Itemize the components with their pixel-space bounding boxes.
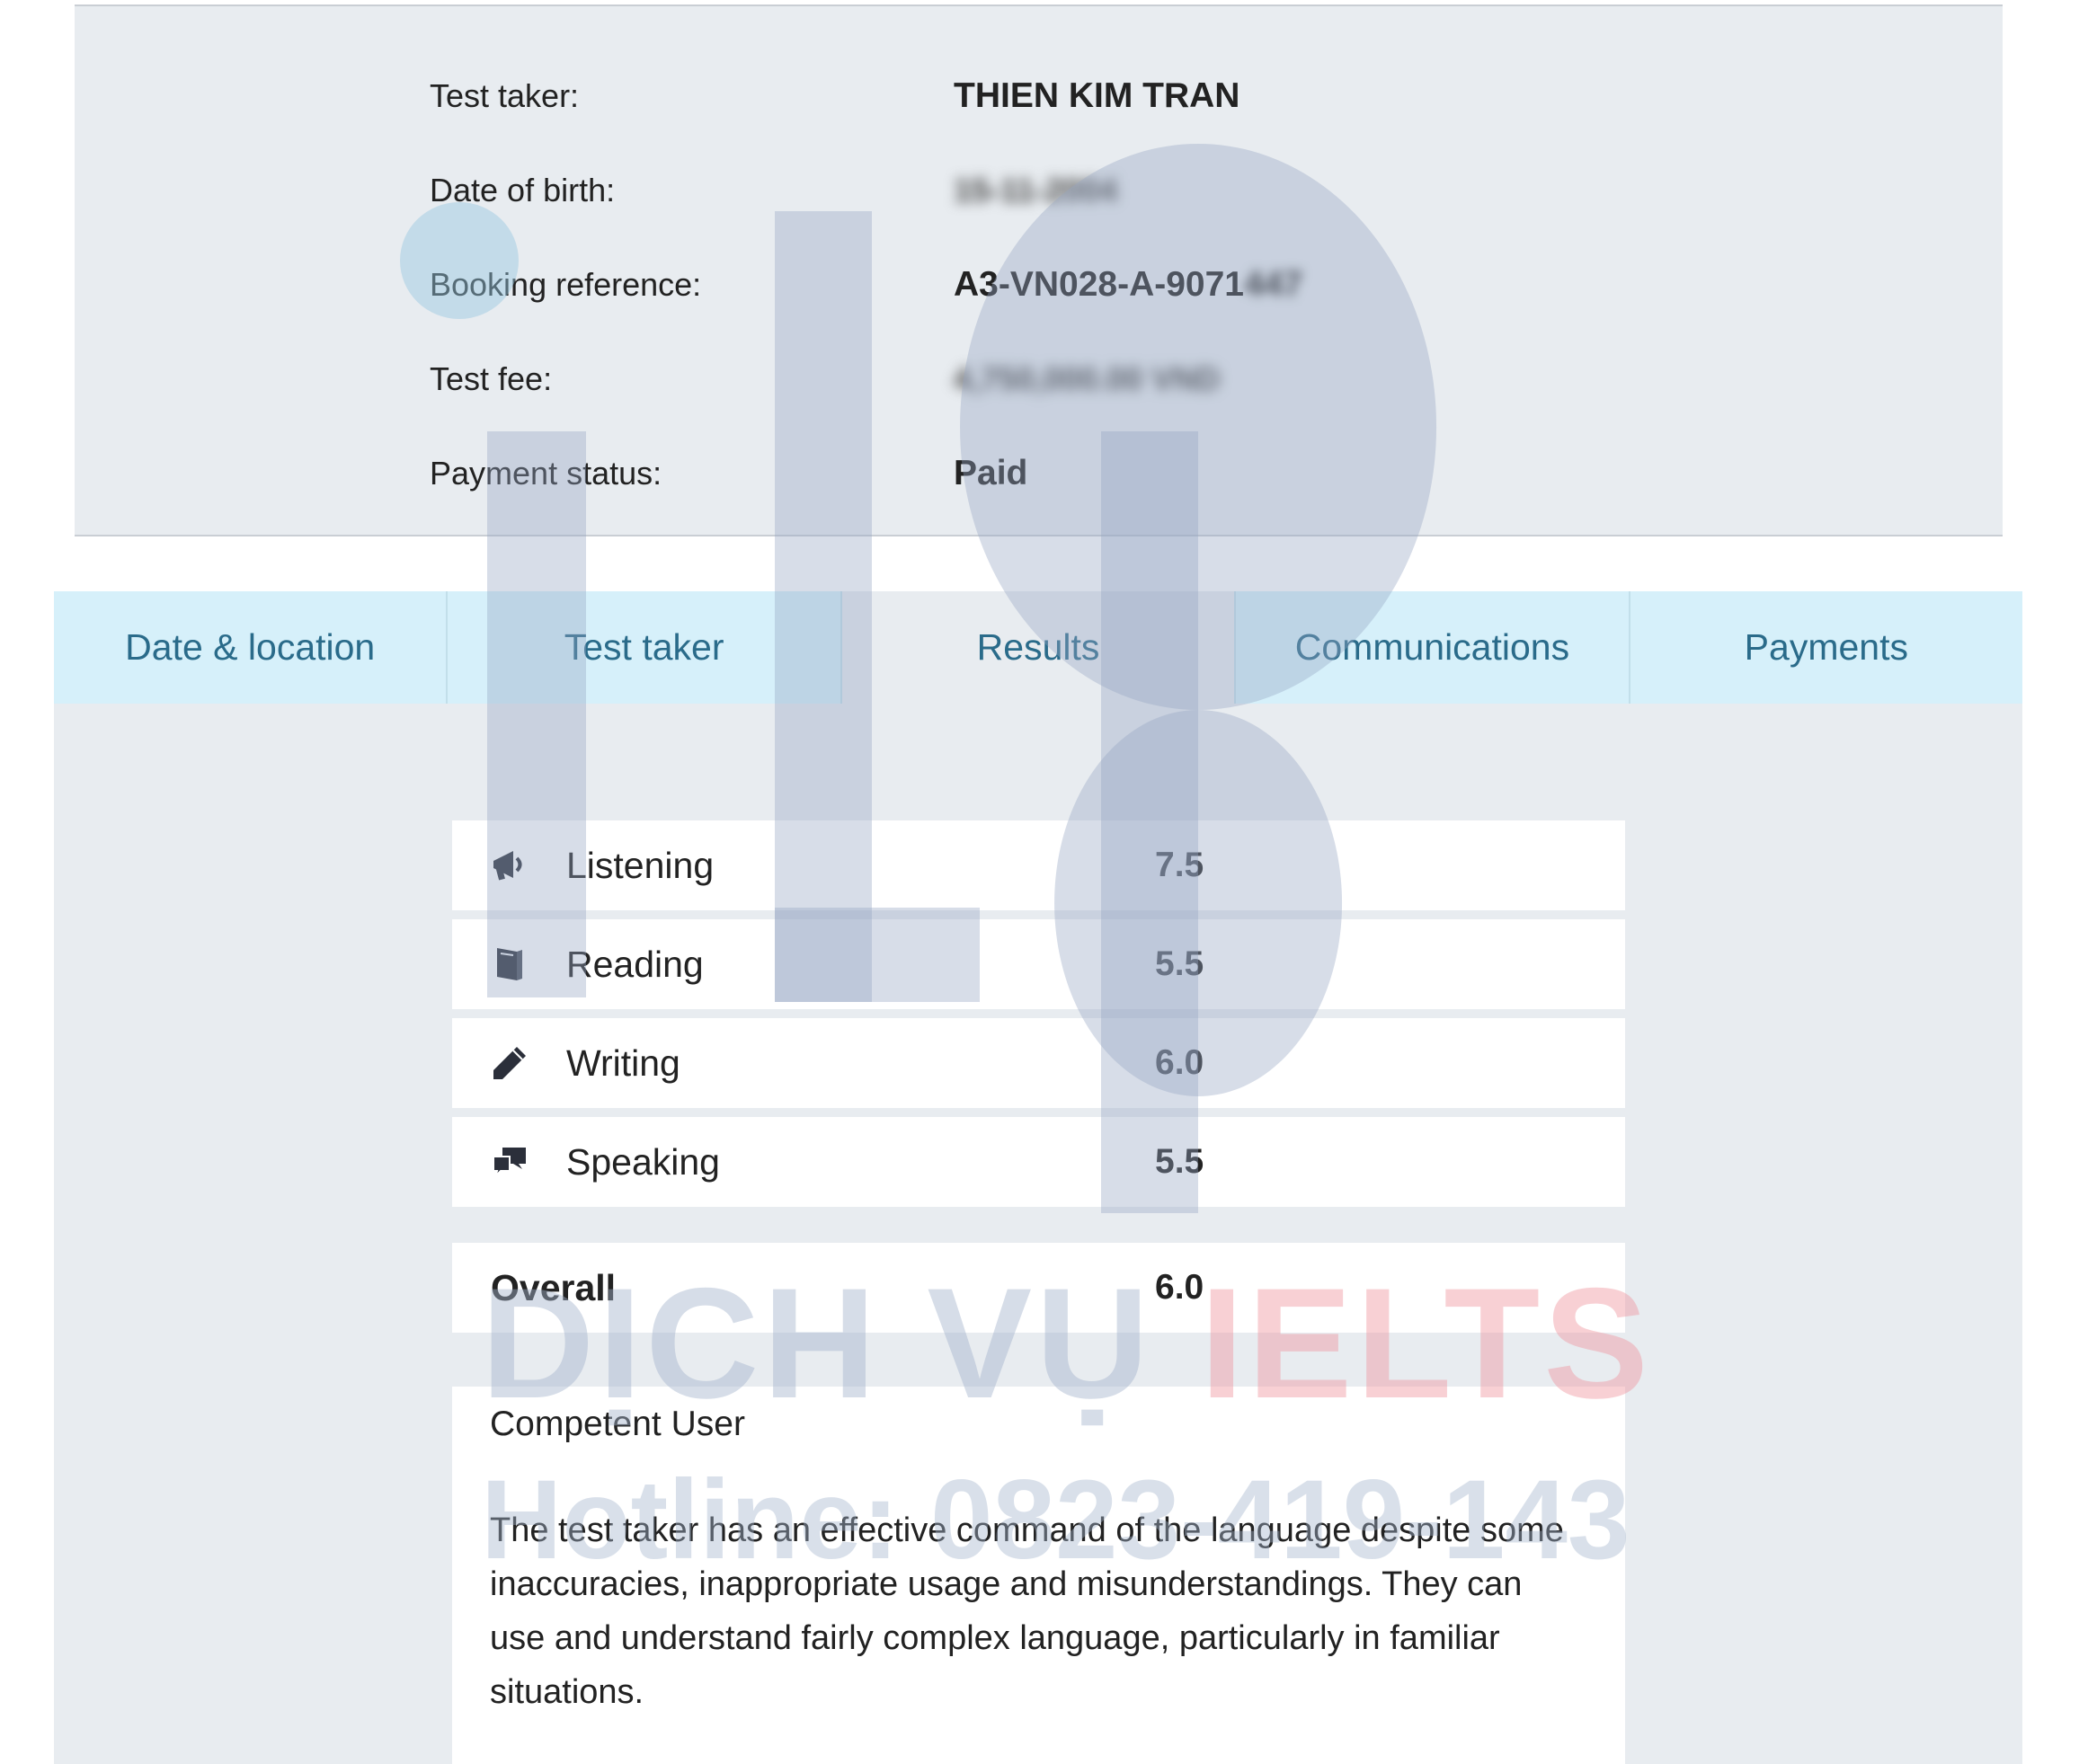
score-row-reading: Reading 5.5 xyxy=(452,919,1625,1009)
speech-bubbles-icon xyxy=(493,1148,526,1177)
reading-score: 5.5 xyxy=(1155,944,1204,983)
tab-payments[interactable]: Payments xyxy=(1630,591,2023,704)
writing-label: Writing xyxy=(566,1042,680,1084)
band-description-box: Competent User The test taker has an eff… xyxy=(452,1387,1625,1764)
overall-row: Overall 6.0 xyxy=(452,1243,1625,1333)
band-description: The test taker has an effective command … xyxy=(490,1511,1564,1711)
overall-label: Overall xyxy=(491,1267,617,1308)
booking-reference-row: Booking reference: A3-VN028-A-9071447 xyxy=(75,258,2003,312)
book-icon xyxy=(497,948,522,980)
tab-results[interactable]: Results xyxy=(841,591,1237,704)
score-row-writing: Writing 6.0 xyxy=(452,1018,1625,1108)
test-taker-row: Test taker: THIEN KIM TRAN xyxy=(75,69,2003,123)
payment-status-value: Paid xyxy=(954,454,1028,492)
score-row-listening: Listening 7.5 xyxy=(452,820,1625,910)
overall-score: 6.0 xyxy=(1155,1268,1204,1307)
pencil-icon xyxy=(493,1047,526,1079)
reading-label: Reading xyxy=(566,944,704,985)
booking-reference-value: A3-VN028-A-9071447 xyxy=(954,258,1302,312)
test-fee-value: 4,750,000.00 VND xyxy=(954,360,1221,397)
booking-reference-hidden: 447 xyxy=(1244,265,1303,304)
speaking-score: 5.5 xyxy=(1155,1142,1204,1181)
results-panel: Listening 7.5 Reading 5.5 Writing 6.0 Sp… xyxy=(54,704,2022,1764)
booking-info-card: Test taker: THIEN KIM TRAN Date of birth… xyxy=(75,4,2003,536)
test-fee-label: Test fee: xyxy=(430,360,553,397)
writing-score: 6.0 xyxy=(1155,1043,1204,1082)
payment-status-row: Payment status: Paid xyxy=(75,447,2003,501)
dob-row: Date of birth: 15-11-2004 xyxy=(75,164,2003,217)
band-level: Competent User xyxy=(490,1405,745,1443)
test-taker-name: THIEN KIM TRAN xyxy=(954,76,1240,115)
tab-bar: Date & location Test taker Results Commu… xyxy=(54,591,2023,704)
booking-reference-visible: A3-VN028-A-9071 xyxy=(954,265,1244,304)
test-fee-row: Test fee: 4,750,000.00 VND xyxy=(75,352,2003,406)
speaking-label: Speaking xyxy=(566,1141,720,1183)
tab-communications[interactable]: Communications xyxy=(1236,591,1630,704)
touch-indicator xyxy=(400,202,519,319)
megaphone-icon xyxy=(493,851,522,881)
score-row-speaking: Speaking 5.5 xyxy=(452,1117,1625,1207)
listening-label: Listening xyxy=(566,845,715,886)
tab-test-taker[interactable]: Test taker xyxy=(448,591,842,704)
listening-score: 7.5 xyxy=(1155,846,1204,884)
payment-status-label: Payment status: xyxy=(430,455,662,492)
dob-value: 15-11-2004 xyxy=(954,172,1118,208)
test-taker-label: Test taker: xyxy=(430,77,580,114)
tab-date-location[interactable]: Date & location xyxy=(54,591,449,704)
